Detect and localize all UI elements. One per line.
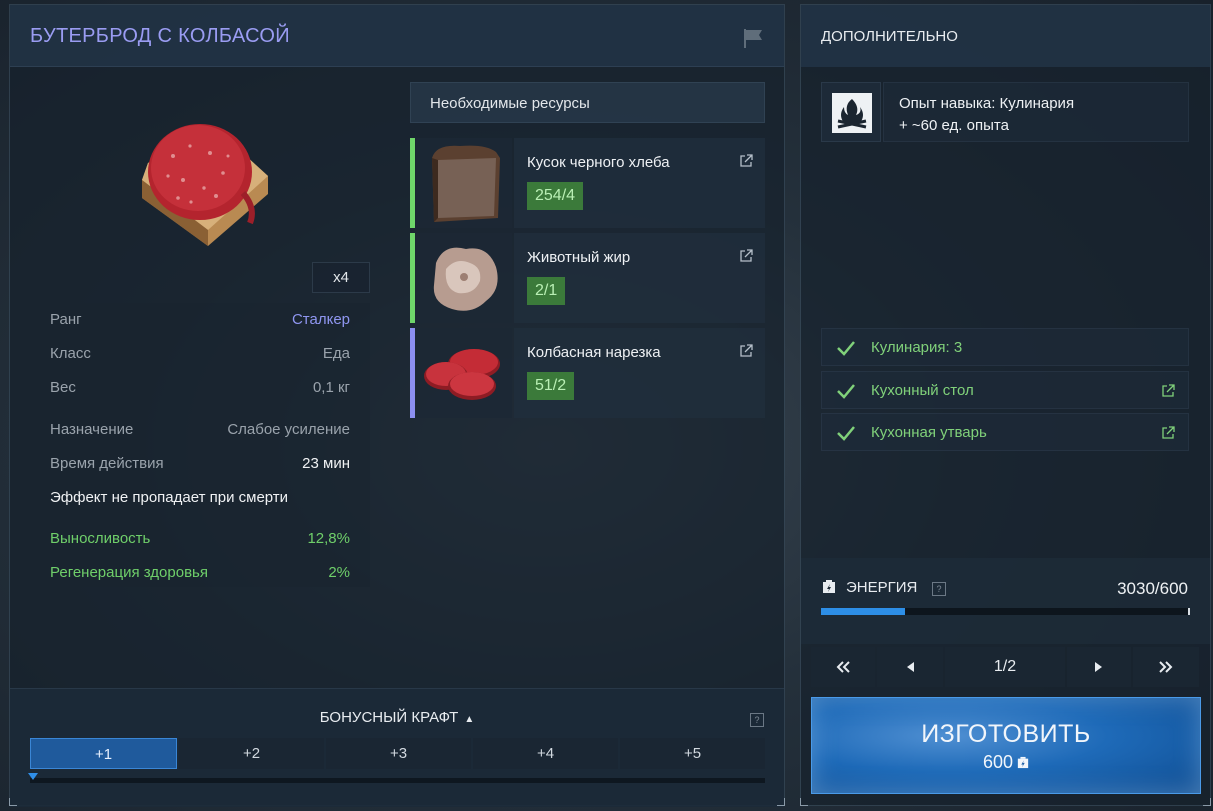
prev-page-button[interactable] <box>877 647 943 687</box>
bonus-craft-toggle[interactable]: БОНУСНЫЙ КРАФТ ▲ <box>10 709 784 726</box>
resource-thumb <box>416 138 512 228</box>
resource-row[interactable]: Животный жир 2/1 <box>410 233 765 323</box>
requirement-item[interactable]: Кухонная утварь <box>821 413 1189 451</box>
external-link-icon[interactable] <box>1161 384 1175 398</box>
effect-health-regen: Регенерация здоровья 2% <box>50 564 350 581</box>
bonus-craft-section: БОНУСНЫЙ КРАФТ ▲ ? +1 +2 +3 +4 +5 <box>10 688 784 807</box>
external-link-icon[interactable] <box>739 154 753 168</box>
resource-count: 254/4 <box>527 182 584 210</box>
bonus-slider[interactable] <box>30 778 765 783</box>
bonus-tab-1[interactable]: +1 <box>30 738 177 769</box>
stat-duration: Время действия 23 мин <box>50 455 350 472</box>
stat-weight: Вес 0,1 кг <box>50 379 350 396</box>
craft-label: ИЗГОТОВИТЬ <box>921 720 1091 748</box>
checkmark-icon <box>837 384 855 399</box>
energy-bar <box>821 608 1190 615</box>
bonus-tab-3[interactable]: +3 <box>326 738 471 769</box>
energy-section: ЭНЕРГИЯ ? 3030/600 <box>801 558 1210 644</box>
frame-corner <box>800 798 808 806</box>
pager: 1/2 <box>811 647 1201 687</box>
checkmark-icon <box>837 426 855 441</box>
flag-icon[interactable] <box>742 27 764 49</box>
frame-corner <box>9 798 17 806</box>
extra-title: ДОПОЛНИТЕЛЬНО <box>821 28 958 45</box>
energy-battery-icon <box>1017 756 1029 769</box>
campfire-icon <box>832 93 872 133</box>
help-icon[interactable]: ? <box>750 713 764 727</box>
resource-row[interactable]: Кусок черного хлеба 254/4 <box>410 138 765 228</box>
resource-thumb <box>416 328 512 418</box>
help-icon[interactable]: ? <box>932 582 946 596</box>
craft-button[interactable]: ИЗГОТОВИТЬ 600 <box>811 697 1201 794</box>
skill-name: Опыт навыка: Кулинария <box>899 95 1075 112</box>
external-link-icon[interactable] <box>1161 426 1175 440</box>
next-page-button[interactable] <box>1067 647 1131 687</box>
triangle-up-icon: ▲ <box>464 714 475 725</box>
sandwich-image <box>142 124 268 246</box>
recipe-header: БУТЕРБРОД С КОЛБАСОЙ <box>10 5 784 67</box>
checkmark-icon <box>837 341 855 356</box>
last-page-button[interactable] <box>1133 647 1199 687</box>
page-indicator: 1/2 <box>945 647 1065 687</box>
resource-status-bar <box>410 233 415 323</box>
external-link-icon[interactable] <box>739 344 753 358</box>
resource-thumb <box>416 233 512 323</box>
double-chevron-left-icon <box>836 661 850 673</box>
slider-marker[interactable] <box>28 773 38 780</box>
resources-header: Необходимые ресурсы <box>410 82 765 123</box>
triangle-right-icon <box>1095 662 1102 672</box>
effect-note: Эффект не пропадает при смерти <box>50 489 289 506</box>
frame-corner <box>1203 798 1211 806</box>
item-title: БУТЕРБРОД С КОЛБАСОЙ <box>30 25 290 47</box>
item-stats: Ранг Сталкер Класс Еда Вес 0,1 кг Назнач… <box>30 303 370 587</box>
requirement-item[interactable]: Кухонный стол <box>821 371 1189 409</box>
resource-count: 51/2 <box>527 372 575 400</box>
stat-purpose: Назначение Слабое усиление <box>50 421 350 438</box>
recipe-panel: БУТЕРБРОД С КОЛБАСОЙ x4 Ранг Сталкер Кла… <box>9 4 785 807</box>
double-chevron-right-icon <box>1159 661 1173 673</box>
stat-class: Класс Еда <box>50 345 350 362</box>
bonus-tab-2[interactable]: +2 <box>179 738 324 769</box>
bonus-tab-4[interactable]: +4 <box>473 738 618 769</box>
sausage-icon <box>424 349 500 400</box>
energy-label: ЭНЕРГИЯ <box>846 579 918 596</box>
bonus-tab-5[interactable]: +5 <box>620 738 765 769</box>
resource-status-bar <box>410 328 415 418</box>
resource-status-bar <box>410 138 415 228</box>
effect-stamina: Выносливость 12,8% <box>50 530 350 547</box>
external-link-icon[interactable] <box>739 249 753 263</box>
skill-xp: + ~60 ед. опыта <box>899 117 1009 134</box>
bonus-tabs: +1 +2 +3 +4 +5 <box>30 738 765 769</box>
fat-icon <box>433 247 498 311</box>
resource-row[interactable]: Колбасная нарезка 51/2 <box>410 328 765 418</box>
energy-bar-fill <box>821 608 906 615</box>
bread-icon <box>432 145 500 222</box>
requirement-item: Кулинария: 3 <box>821 328 1189 366</box>
craft-cost: 600 <box>812 752 1200 773</box>
rank-value[interactable]: Сталкер <box>292 311 350 331</box>
extra-header: ДОПОЛНИТЕЛЬНО <box>801 5 1210 67</box>
quantity-badge: x4 <box>312 262 370 293</box>
first-page-button[interactable] <box>811 647 875 687</box>
skill-experience: Опыт навыка: Кулинария + ~60 ед. опыта <box>821 82 1189 142</box>
energy-battery-icon <box>823 580 835 593</box>
energy-value: 3030/600 <box>1117 579 1188 598</box>
extra-panel: ДОПОЛНИТЕЛЬНО Опыт навыка: Кулинария + ~… <box>800 4 1211 806</box>
frame-corner <box>777 798 785 806</box>
resource-count: 2/1 <box>527 277 566 305</box>
stat-rank: Ранг Сталкер <box>50 311 350 331</box>
triangle-left-icon <box>907 662 914 672</box>
